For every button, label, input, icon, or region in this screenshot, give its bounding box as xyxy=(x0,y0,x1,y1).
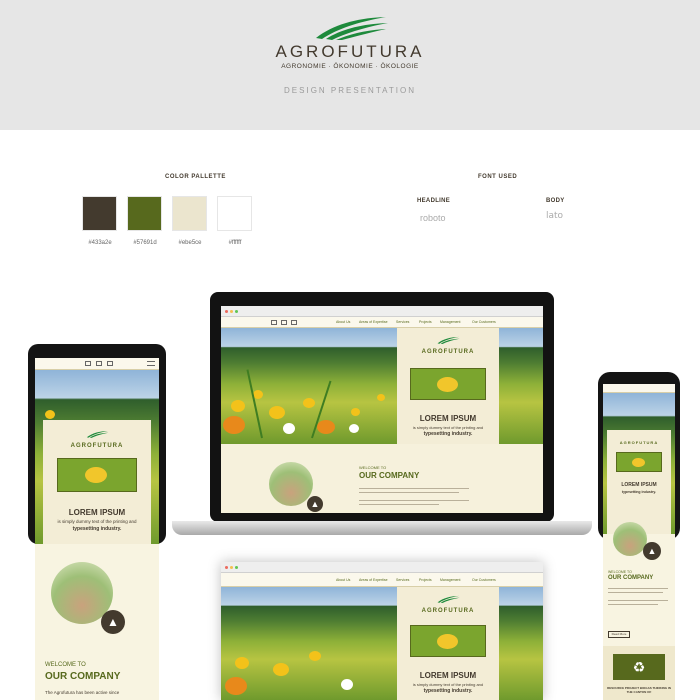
phone-icon[interactable] xyxy=(271,320,277,325)
swatch-white xyxy=(217,196,252,231)
nav-projects[interactable]: Projects xyxy=(419,320,432,324)
brand-logo: AGROFUTURA AGRONOMIE · ÖKONOMIE · ÖKOLOG… xyxy=(0,14,700,70)
nav-customers[interactable]: Our Customers xyxy=(472,320,496,324)
browser-toolbar xyxy=(221,562,543,573)
hiker-icon: ▲ xyxy=(643,542,661,560)
leaf-swoosh-icon xyxy=(86,431,109,438)
hero-title: LOREM IPSUM xyxy=(419,671,477,680)
fonts-title: FONT USED xyxy=(478,174,518,180)
nav-about[interactable]: About Us xyxy=(336,320,350,324)
swatch-olive-green xyxy=(127,196,162,231)
welcome-label: WELCOME TO xyxy=(359,465,387,470)
headline-font-name: roboto xyxy=(420,213,446,223)
leaf-swoosh-icon xyxy=(316,17,388,40)
lemon-image xyxy=(410,625,486,657)
browser-toolbar xyxy=(221,306,543,317)
nav-expertise[interactable]: Areas of Expertise xyxy=(359,320,388,324)
about-body-text: The Agrofutura has been active since xyxy=(45,690,120,695)
about-section: ▲ WELCOME TO OUR COMPANY xyxy=(221,444,543,513)
site-nav: About Us Areas of Expertise Services Pro… xyxy=(221,317,543,328)
tablet-about-section: ▲ WELCOME TO OUR COMPANY The Agrofutura … xyxy=(35,544,159,700)
tablet-screen: AGROFUTURA LOREM IPSUM is simply dummy t… xyxy=(35,358,159,544)
leaf-swoosh-icon xyxy=(437,336,460,344)
headline-font-label: HEADLINE xyxy=(417,198,451,204)
hiker-icon: ▲ xyxy=(101,610,125,634)
hero-card: AGROFUTURA LOREM IPSUM is simply dummy t… xyxy=(397,328,499,444)
lemon-image xyxy=(57,458,137,492)
hiker-icon: ▲ xyxy=(307,496,323,512)
swatch-label: #ebe5ce xyxy=(178,240,202,246)
page-subtitle: DESIGN PRESENTATION xyxy=(284,86,416,95)
mail-icon[interactable] xyxy=(281,320,287,325)
phone-about-section: ▲ WELCOME TO OUR COMPANY Read More ♻ RES… xyxy=(603,522,675,700)
phone-screen: AGROFUTURA LOREM IPSUM typesetting indus… xyxy=(603,384,675,534)
body-font-label: BODY xyxy=(546,198,565,204)
nav-management[interactable]: Management xyxy=(440,578,460,582)
desktop-screen: About Us Areas of Expertise Services Pro… xyxy=(221,562,543,700)
phone-nav xyxy=(603,384,675,393)
project-heading: RESOURCE PROJECT BIOGAS THINKING IN THE … xyxy=(607,686,671,694)
phone-hero-card: AGROFUTURA LOREM IPSUM typesetting indus… xyxy=(607,430,671,534)
hero-text: is simply dummy text of the printing and xyxy=(412,682,484,687)
laptop-screen: About Us Areas of Expertise Services Pro… xyxy=(221,306,543,513)
card-brand-name: AGROFUTURA xyxy=(421,608,475,614)
nav-expertise[interactable]: Areas of Expertise xyxy=(359,578,388,582)
hero-text-bold: typesetting industry. xyxy=(423,688,473,694)
swatch-cream xyxy=(172,196,207,231)
tablet-hero-card: AGROFUTURA LOREM IPSUM is simply dummy t… xyxy=(43,420,151,544)
project-section: ♻ RESOURCE PROJECT BIOGAS THINKING IN TH… xyxy=(603,646,675,700)
nav-management[interactable]: Management xyxy=(440,320,460,324)
swatch-label: #433a2e xyxy=(88,240,112,246)
card-brand-name: AGROFUTURA xyxy=(421,349,475,355)
nav-customers[interactable]: Our Customers xyxy=(472,578,496,582)
hero-text-bold: typesetting industry. xyxy=(72,526,122,532)
people-photo xyxy=(613,522,647,556)
menu-icon[interactable] xyxy=(147,361,155,366)
nav-services[interactable]: Services xyxy=(396,578,409,582)
laptop-base xyxy=(172,521,592,535)
hero-text-bold: typesetting industry. xyxy=(423,431,473,437)
body-font-name: lato xyxy=(546,211,564,221)
hero-text-bold: typesetting industry. xyxy=(621,490,657,494)
read-more-button[interactable]: Read More xyxy=(608,631,630,638)
swatch-label: #ffffff xyxy=(228,240,242,246)
welcome-label: WELCOME TO xyxy=(45,662,86,668)
card-brand-name: AGROFUTURA xyxy=(619,440,659,445)
hero-text: is simply dummy text of the printing and xyxy=(412,425,484,430)
hero-text: is simply dummy text of the printing and xyxy=(57,519,137,524)
lemon-image xyxy=(410,368,486,400)
leaf-swoosh-icon xyxy=(437,595,460,603)
search-icon[interactable] xyxy=(291,320,297,325)
brand-tagline: AGRONOMIE · ÖKONOMIE · ÖKOLOGIE xyxy=(281,63,419,70)
hero-title: LOREM IPSUM xyxy=(621,482,657,488)
nav-services[interactable]: Services xyxy=(396,320,409,324)
company-heading: OUR COMPANY xyxy=(45,671,121,682)
company-heading: OUR COMPANY xyxy=(359,471,420,480)
recycle-icon: ♻ xyxy=(613,654,665,680)
swatch-label: #57691d xyxy=(133,240,157,246)
welcome-label: WELCOME TO xyxy=(608,570,632,574)
people-photo xyxy=(269,462,313,506)
palette-title: COLOR PALLETTE xyxy=(165,174,226,180)
phone-icon[interactable] xyxy=(85,361,91,366)
hero-title: LOREM IPSUM xyxy=(419,414,477,423)
site-nav: About Us Areas of Expertise Services Pro… xyxy=(221,573,543,587)
nav-projects[interactable]: Projects xyxy=(419,578,432,582)
hero-card: AGROFUTURA LOREM IPSUM is simply dummy t… xyxy=(397,587,499,700)
tablet-nav xyxy=(35,358,159,370)
brand-name: AGROFUTURA xyxy=(275,42,425,61)
swatch-dark-brown xyxy=(82,196,117,231)
card-brand-name: AGROFUTURA xyxy=(70,443,124,449)
lemon-image xyxy=(616,452,662,472)
mail-icon[interactable] xyxy=(96,361,102,366)
hero-title: LOREM IPSUM xyxy=(68,508,126,517)
nav-about[interactable]: About Us xyxy=(336,578,350,582)
search-icon[interactable] xyxy=(107,361,113,366)
company-heading: OUR COMPANY xyxy=(608,575,654,581)
